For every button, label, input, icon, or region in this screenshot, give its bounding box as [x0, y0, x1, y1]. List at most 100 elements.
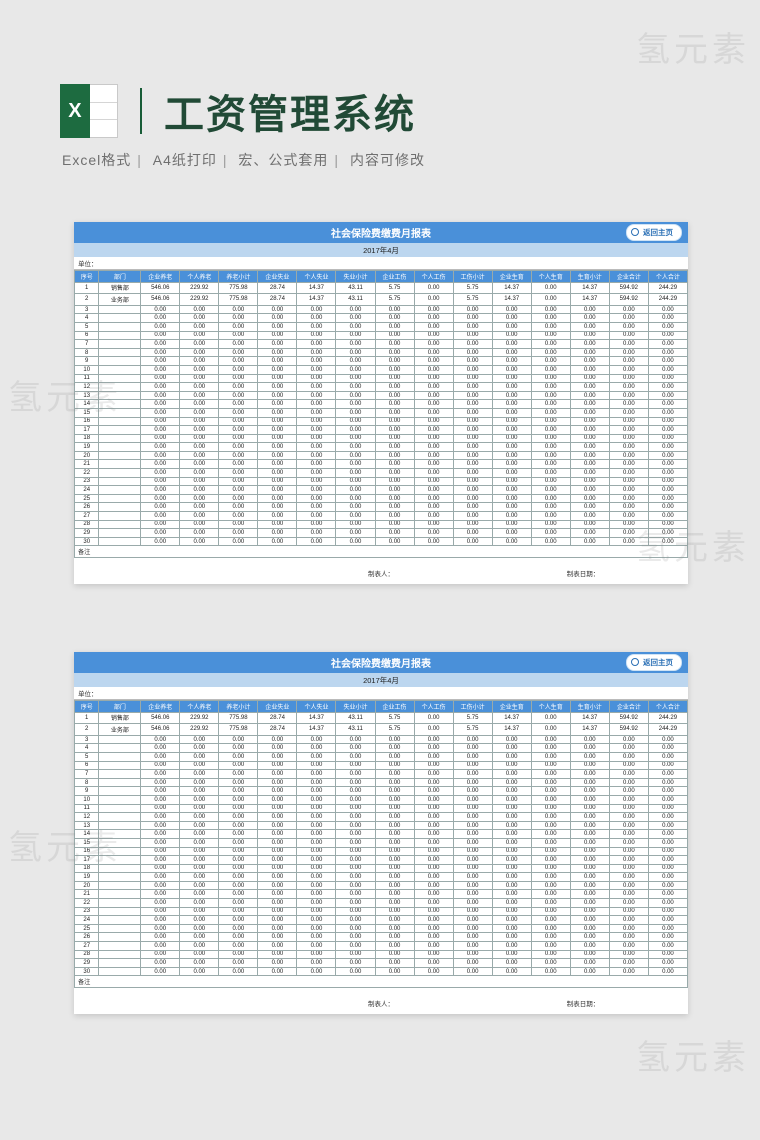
table-row: 130.000.000.000.000.000.000.000.000.000.…: [75, 821, 688, 830]
column-header: 企业合计: [609, 271, 648, 283]
column-header: 企业养老: [141, 271, 180, 283]
column-header: 企业养老: [141, 701, 180, 713]
column-header: 生育小计: [570, 701, 609, 713]
table-row: 1销售部546.06229.92775.9828.7414.3743.115.7…: [75, 712, 688, 724]
table-row: 260.000.000.000.000.000.000.000.000.000.…: [75, 933, 688, 942]
spreadsheet-preview-2: 社会保险费缴费月报表 返回主页 2017年4月 单位： 序号部门企业养老个人养老…: [74, 652, 688, 1014]
table-row: 160.000.000.000.000.000.000.000.000.000.…: [75, 417, 688, 426]
column-header: 生育小计: [570, 271, 609, 283]
column-header: 失业小计: [336, 701, 375, 713]
table-row: 150.000.000.000.000.000.000.000.000.000.…: [75, 838, 688, 847]
column-header: 序号: [75, 701, 99, 713]
table-row: 50.000.000.000.000.000.000.000.000.000.0…: [75, 752, 688, 761]
table-row: 180.000.000.000.000.000.000.000.000.000.…: [75, 864, 688, 873]
return-home-button[interactable]: 返回主页: [626, 224, 682, 241]
column-header: 企业失业: [258, 701, 297, 713]
excel-icon: X: [60, 84, 118, 138]
column-header: 企业生育: [492, 271, 531, 283]
table-row: 100.000.000.000.000.000.000.000.000.000.…: [75, 795, 688, 804]
table-row: 280.000.000.000.000.000.000.000.000.000.…: [75, 950, 688, 959]
table-row: 290.000.000.000.000.000.000.000.000.000.…: [75, 529, 688, 538]
table-row: 40.000.000.000.000.000.000.000.000.000.0…: [75, 744, 688, 753]
sheet-date: 2017年4月: [74, 243, 688, 257]
table-row: 150.000.000.000.000.000.000.000.000.000.…: [75, 408, 688, 417]
table-row: 190.000.000.000.000.000.000.000.000.000.…: [75, 443, 688, 452]
column-header: 个人失业: [297, 271, 336, 283]
table-row: 90.000.000.000.000.000.000.000.000.000.0…: [75, 787, 688, 796]
watermark: 氢元素: [636, 1030, 750, 1079]
table-row: 40.000.000.000.000.000.000.000.000.000.0…: [75, 314, 688, 323]
table-row: 100.000.000.000.000.000.000.000.000.000.…: [75, 365, 688, 374]
column-header: 企业工伤: [375, 271, 414, 283]
sub-edit: 内容可修改: [350, 152, 425, 168]
spreadsheet-preview-1: 社会保险费缴费月报表 返回主页 2017年4月 单位： 序号部门企业养老个人养老…: [74, 222, 688, 584]
column-header: 个人工伤: [414, 271, 453, 283]
sub-macro: 宏、公式套用: [238, 152, 328, 168]
column-header: 部门: [99, 271, 141, 283]
table-row: 110.000.000.000.000.000.000.000.000.000.…: [75, 804, 688, 813]
table-row: 70.000.000.000.000.000.000.000.000.000.0…: [75, 770, 688, 779]
table-row: 180.000.000.000.000.000.000.000.000.000.…: [75, 434, 688, 443]
preparer-label: 制表人：: [280, 998, 482, 1008]
table-row: 1销售部546.06229.92775.9828.7414.3743.115.7…: [75, 282, 688, 294]
column-header: 部门: [99, 701, 141, 713]
table-row: 270.000.000.000.000.000.000.000.000.000.…: [75, 512, 688, 521]
excel-book-icon: X: [60, 84, 90, 138]
table-row: 120.000.000.000.000.000.000.000.000.000.…: [75, 813, 688, 822]
prepare-date-label: 制表日期：: [482, 568, 684, 578]
column-header: 企业生育: [492, 701, 531, 713]
table-row: 30.000.000.000.000.000.000.000.000.000.0…: [75, 305, 688, 314]
table-row: 190.000.000.000.000.000.000.000.000.000.…: [75, 873, 688, 882]
table-row: 130.000.000.000.000.000.000.000.000.000.…: [75, 391, 688, 400]
sheet-title: 社会保险费缴费月报表 返回主页: [74, 222, 688, 243]
return-home-button[interactable]: 返回主页: [626, 654, 682, 671]
table-row: 300.000.000.000.000.000.000.000.000.000.…: [75, 537, 688, 546]
table-row: 80.000.000.000.000.000.000.000.000.000.0…: [75, 348, 688, 357]
column-header: 个人失业: [297, 701, 336, 713]
table-row: 160.000.000.000.000.000.000.000.000.000.…: [75, 847, 688, 856]
table-row: 290.000.000.000.000.000.000.000.000.000.…: [75, 959, 688, 968]
column-header: 企业失业: [258, 271, 297, 283]
column-header: 个人养老: [180, 271, 219, 283]
table-row: 250.000.000.000.000.000.000.000.000.000.…: [75, 924, 688, 933]
unit-label: 单位：: [78, 688, 98, 698]
table-row: 270.000.000.000.000.000.000.000.000.000.…: [75, 942, 688, 951]
column-header: 企业合计: [609, 701, 648, 713]
column-header: 个人合计: [648, 271, 687, 283]
column-header: 养老小计: [219, 271, 258, 283]
table-row: 140.000.000.000.000.000.000.000.000.000.…: [75, 830, 688, 839]
column-header: 个人合计: [648, 701, 687, 713]
sub-print: A4纸打印: [153, 152, 217, 168]
remark-row: 备注: [75, 546, 688, 558]
table-row: 60.000.000.000.000.000.000.000.000.000.0…: [75, 761, 688, 770]
table-row: 80.000.000.000.000.000.000.000.000.000.0…: [75, 778, 688, 787]
table-row: 210.000.000.000.000.000.000.000.000.000.…: [75, 460, 688, 469]
prepare-date-label: 制表日期：: [482, 998, 684, 1008]
table-row: 200.000.000.000.000.000.000.000.000.000.…: [75, 451, 688, 460]
sheet-date: 2017年4月: [74, 673, 688, 687]
table-row: 240.000.000.000.000.000.000.000.000.000.…: [75, 486, 688, 495]
table-row: 30.000.000.000.000.000.000.000.000.000.0…: [75, 735, 688, 744]
watermark: 氢元素: [636, 22, 750, 71]
table-row: 280.000.000.000.000.000.000.000.000.000.…: [75, 520, 688, 529]
page-header: X 工资管理系统: [60, 82, 726, 140]
table-row: 230.000.000.000.000.000.000.000.000.000.…: [75, 477, 688, 486]
table-row: 70.000.000.000.000.000.000.000.000.000.0…: [75, 340, 688, 349]
table-row: 170.000.000.000.000.000.000.000.000.000.…: [75, 426, 688, 435]
column-header: 序号: [75, 271, 99, 283]
preparer-label: 制表人：: [280, 568, 482, 578]
column-header: 个人养老: [180, 701, 219, 713]
column-header: 工伤小计: [453, 701, 492, 713]
page-subtitle: Excel格式| A4纸打印| 宏、公式套用| 内容可修改: [62, 150, 425, 170]
table-header-row: 序号部门企业养老个人养老养老小计企业失业个人失业失业小计企业工伤个人工伤工伤小计…: [75, 701, 688, 713]
sheet-title: 社会保险费缴费月报表 返回主页: [74, 652, 688, 673]
table-row: 260.000.000.000.000.000.000.000.000.000.…: [75, 503, 688, 512]
column-header: 个人生育: [531, 701, 570, 713]
column-header: 个人生育: [531, 271, 570, 283]
table-row: 200.000.000.000.000.000.000.000.000.000.…: [75, 881, 688, 890]
table-row: 250.000.000.000.000.000.000.000.000.000.…: [75, 494, 688, 503]
table-row: 220.000.000.000.000.000.000.000.000.000.…: [75, 469, 688, 478]
table-row: 140.000.000.000.000.000.000.000.000.000.…: [75, 400, 688, 409]
column-header: 个人工伤: [414, 701, 453, 713]
table-row: 170.000.000.000.000.000.000.000.000.000.…: [75, 856, 688, 865]
